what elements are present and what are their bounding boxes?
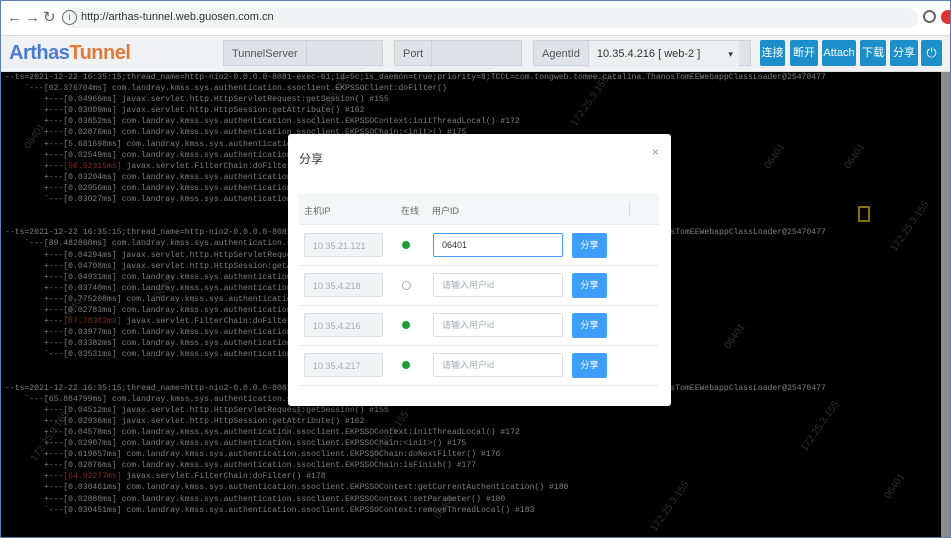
logo-part1: Arthas: [9, 42, 70, 64]
share-header-button[interactable]: 分享: [890, 40, 918, 66]
site-info-icon[interactable]: i: [62, 10, 77, 25]
online-status-icon: [402, 361, 410, 369]
close-icon[interactable]: ×: [652, 145, 659, 159]
ip-field: 10.35.4.218: [304, 273, 383, 297]
table-header: 主机IP 在线 用户ID: [299, 194, 659, 225]
tunnel-server-label: TunnelServer: [224, 41, 307, 67]
share-button[interactable]: 分享: [572, 313, 607, 338]
user-id-input[interactable]: 06401: [433, 233, 563, 257]
forward-icon[interactable]: →: [25, 9, 40, 27]
ip-field: 10.35.4.216: [304, 313, 383, 337]
share-button[interactable]: 分享: [572, 233, 607, 258]
online-status-icon: [402, 241, 410, 249]
account-icon[interactable]: [923, 10, 936, 23]
port-label: Port: [395, 41, 433, 67]
download-button[interactable]: 下载: [860, 40, 886, 66]
offline-status-icon: [402, 281, 411, 290]
port-field: Port7777: [394, 40, 522, 93]
col-online: 在线: [401, 206, 420, 216]
dialog-title: 分享: [299, 152, 324, 166]
connect-button[interactable]: 连接: [760, 40, 785, 66]
tunnel-server-field: TunnelServerarthas-tunnel.web.guoser: [223, 40, 383, 93]
attach-button[interactable]: Attach: [822, 40, 856, 66]
share-button[interactable]: 分享: [572, 353, 607, 378]
user-id-input[interactable]: 请输入用户id: [433, 353, 563, 377]
column-divider: [629, 202, 630, 216]
reload-icon[interactable]: ↻: [43, 9, 56, 27]
disconnect-button[interactable]: 断开: [790, 40, 818, 66]
browser-toolbar: ← → ↻ i http://arthas-tunnel.web.guosen.…: [1, 1, 950, 36]
share-dialog: 分享 × 主机IP 在线 用户ID 10.35.21.121 06401 分享 …: [288, 134, 671, 406]
browser-window: ← → ↻ i http://arthas-tunnel.web.guosen.…: [0, 0, 951, 538]
table-row: 10.35.21.121 06401 分享: [299, 225, 659, 266]
power-icon[interactable]: ⏻: [921, 40, 942, 66]
col-ip: 主机IP: [304, 206, 331, 216]
user-id-input[interactable]: 请输入用户id: [433, 313, 563, 337]
online-status-icon: [402, 321, 410, 329]
table-row: 10.35.4.218 请输入用户id 分享: [299, 265, 659, 306]
ip-field: 10.35.21.121: [304, 233, 383, 257]
agent-id-value: 10.35.4.216 [ web-2 ]: [596, 48, 701, 60]
logo: ArthasTunnel: [9, 42, 131, 65]
agent-id-select[interactable]: 10.35.4.216 [ web-2 ] ▾: [588, 41, 739, 67]
col-user-id: 用户ID: [432, 206, 460, 216]
logo-part2: Tunnel: [69, 42, 131, 64]
table-row: 10.35.4.216 请输入用户id 分享: [299, 305, 659, 346]
table-row: 10.35.4.217 请输入用户id 分享: [299, 345, 659, 386]
agent-id-field: AgentId 10.35.4.216 [ web-2 ] ▾: [533, 40, 751, 67]
app-header: ArthasTunnel TunnelServerarthas-tunnel.w…: [1, 36, 950, 93]
url-text: http://arthas-tunnel.web.guosen.com.cn: [81, 11, 274, 23]
ip-field: 10.35.4.217: [304, 353, 383, 377]
share-button[interactable]: 分享: [572, 273, 607, 298]
agent-id-label: AgentId: [534, 41, 589, 67]
extension-icon[interactable]: [941, 10, 950, 24]
back-icon[interactable]: ←: [7, 9, 22, 27]
select-arrow-icon: ▾: [728, 49, 733, 59]
user-id-input[interactable]: 请输入用户id: [433, 273, 563, 297]
